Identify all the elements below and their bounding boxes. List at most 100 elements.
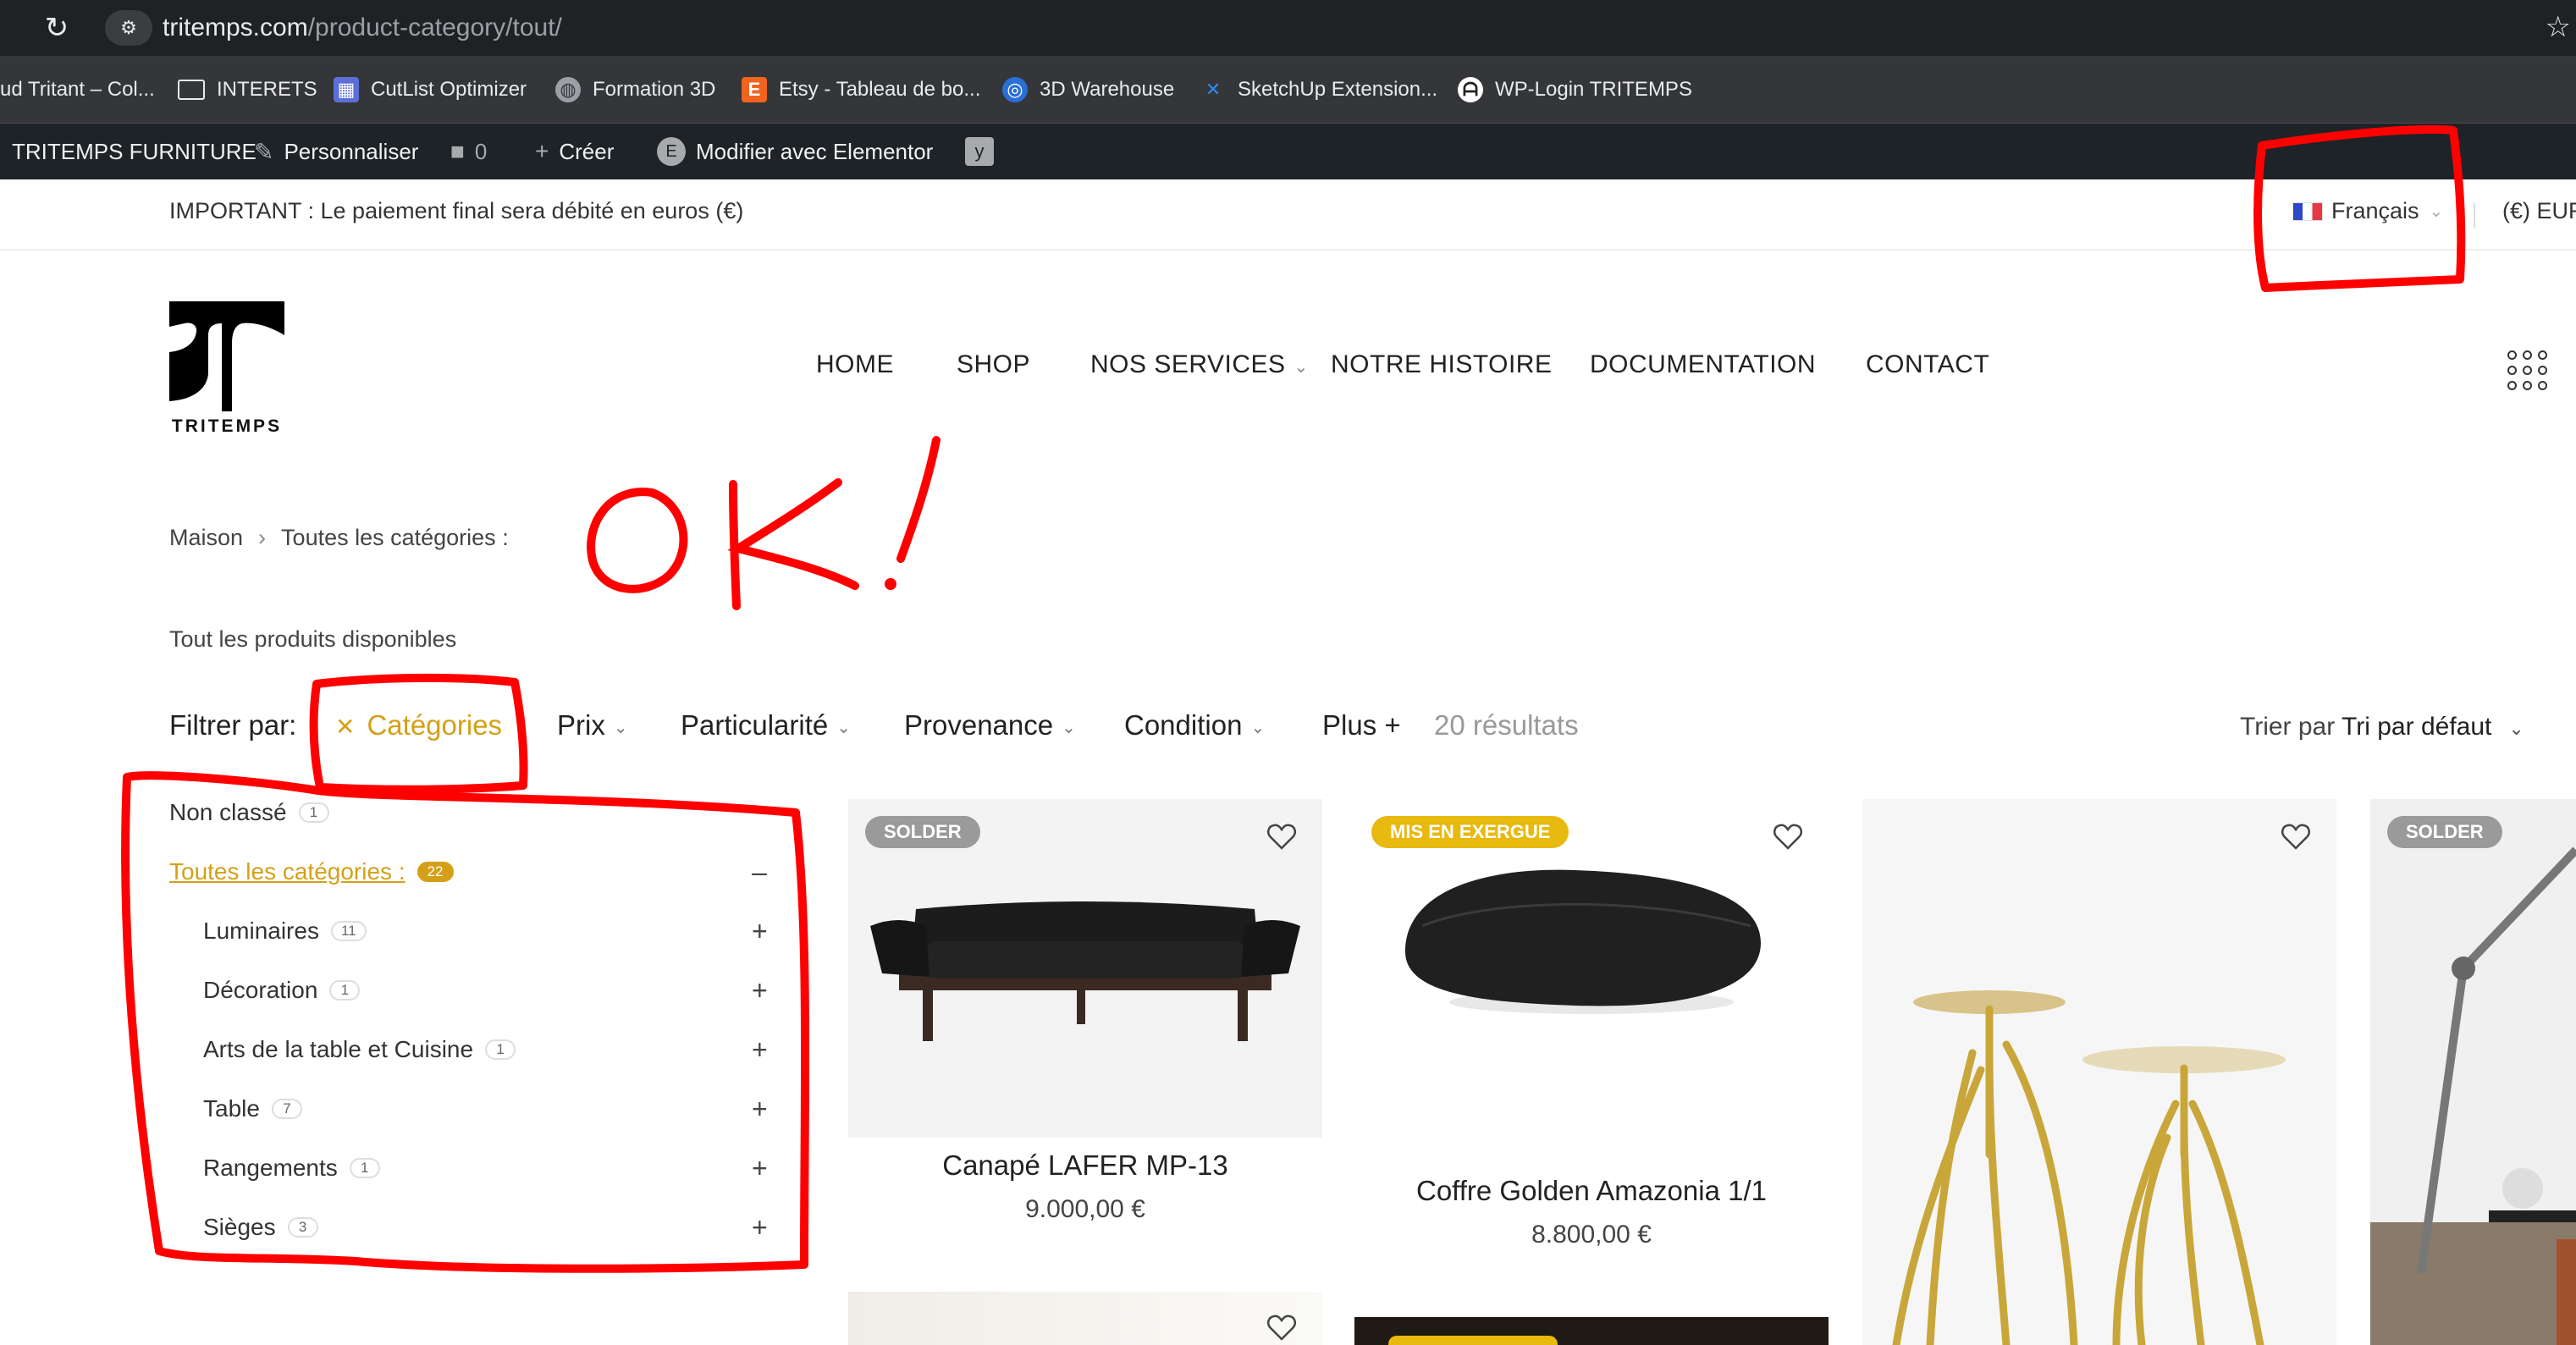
annotation-ok-dot (885, 578, 896, 590)
divider (2474, 203, 2475, 229)
annotation-box-sidebar (121, 771, 810, 1273)
collapse-toggle[interactable]: – (752, 855, 767, 889)
count-badge: 3 (287, 1217, 318, 1238)
elementor-icon: E (657, 137, 686, 166)
site-logo[interactable]: TRITEMPS (169, 301, 284, 440)
product-price: 8.800,00 € (1531, 1221, 1652, 1249)
chevron-down-icon: ⌄ (613, 718, 628, 737)
product-card[interactable] (1354, 1317, 1829, 1345)
nav-histoire[interactable]: NOTRE HISTOIRE (1331, 350, 1552, 379)
bookmark-item[interactable]: ◎ 3D Warehouse (1002, 73, 1174, 107)
expand-toggle[interactable]: + (752, 1033, 768, 1067)
comment-icon: ■ (450, 138, 465, 164)
count-badge: 1 (329, 980, 361, 1000)
product-title[interactable]: Coffre Golden Amazonia 1/1 (1354, 1175, 1829, 1207)
product-image[interactable] (848, 1292, 1322, 1345)
expand-toggle[interactable]: + (752, 1151, 768, 1185)
filter-provenance[interactable]: Provenance ⌄ (904, 709, 1076, 741)
product-title[interactable]: Canapé LAFER MP-13 (848, 1149, 1322, 1182)
count-badge: 1 (298, 802, 329, 823)
currency-switcher[interactable]: (€) EUR (2502, 198, 2576, 224)
category-item[interactable]: Rangements 1 (203, 1151, 380, 1185)
cutlist-icon: ▦ (334, 77, 359, 102)
product-image[interactable] (1862, 799, 2336, 1345)
product-card[interactable]: SOLDER (2370, 799, 2576, 1345)
folder-icon (178, 80, 205, 100)
category-item-active[interactable]: Toutes les catégories :22 (169, 855, 454, 889)
count-badge: 11 (330, 921, 367, 941)
browser-address-bar: ↻ ⚙ tritemps.com/product-category/tout/ … (0, 0, 2576, 56)
category-item[interactable]: Non classé 1 (169, 796, 329, 830)
product-card[interactable]: SOLDER (848, 799, 1322, 1138)
count-badge: 22 (416, 862, 454, 882)
expand-toggle[interactable]: + (752, 1092, 768, 1126)
nav-services[interactable]: NOS SERVICES ⌄ (1090, 350, 1309, 379)
product-image[interactable] (1354, 799, 1829, 1138)
brush-icon: ✎ (254, 138, 274, 165)
product-card[interactable] (848, 1292, 1322, 1345)
expand-toggle[interactable]: + (752, 914, 768, 948)
url-path: /product-category/tout/ (307, 14, 562, 41)
product-image[interactable] (2370, 799, 2576, 1345)
category-item[interactable]: Décoration 1 (203, 973, 361, 1007)
bookmark-item[interactable]: ✕ SketchUp Extension... (1200, 73, 1437, 107)
bookmark-item[interactable]: ud Tritant – Col... (0, 73, 155, 107)
bookmark-item[interactable]: E Etsy - Tableau de bo... (742, 73, 980, 107)
url-host: tritemps.com (163, 14, 308, 41)
bookmark-item[interactable]: ᗩ WP-Login TRITEMPS (1458, 73, 1692, 107)
gold-side-tables-image (1892, 990, 2286, 1345)
count-badge: 1 (349, 1158, 380, 1178)
filter-categories[interactable]: ✕ Catégories (335, 709, 502, 741)
product-card[interactable]: MIS EN EXERGUE (1354, 799, 1829, 1138)
grid-menu-icon[interactable] (2507, 350, 2550, 393)
category-item[interactable]: Luminaires 11 (203, 914, 367, 948)
breadcrumb-home[interactable]: Maison (169, 525, 243, 550)
admin-site-link[interactable]: TRITEMPS FURNITURE (12, 135, 256, 168)
product-card[interactable] (1862, 799, 2336, 1345)
category-item[interactable]: Sièges 3 (203, 1210, 318, 1244)
admin-customize-link[interactable]: ✎ Personnaliser (254, 135, 418, 168)
heart-icon[interactable] (2279, 819, 2313, 853)
heart-icon[interactable] (1265, 1310, 1299, 1344)
expand-toggle[interactable]: + (752, 973, 768, 1007)
admin-elementor-link[interactable]: E Modifier avec Elementor (657, 135, 933, 168)
close-icon[interactable]: ✕ (335, 714, 355, 740)
language-switcher[interactable]: Français ⌄ (2292, 198, 2443, 224)
featured-badge: MIS EN EXERGUE (1371, 816, 1569, 848)
count-badge: 7 (271, 1099, 302, 1119)
wp-admin-bar: TRITEMPS FURNITURE ✎ Personnaliser ■ 0 + Cr… (0, 124, 2576, 179)
sort-dropdown[interactable]: Trier par Tri par défaut ⌄ (2240, 713, 2524, 741)
logo-mark-icon (169, 301, 284, 411)
bookmark-item[interactable]: ▦ CutList Optimizer (334, 73, 527, 107)
admin-comments-link[interactable]: ■ 0 (450, 135, 487, 168)
product-price: 9.000,00 € (1025, 1195, 1145, 1223)
bookmark-item[interactable]: ◍ Formation 3D (555, 73, 715, 107)
heart-icon[interactable] (1771, 819, 1805, 853)
chevron-down-icon: ⌄ (2429, 202, 2444, 221)
filter-more[interactable]: Plus + (1322, 709, 1401, 741)
top-notice-bar: IMPORTANT : Le paiement final sera débit… (0, 179, 2576, 251)
lamp-image (2370, 846, 2576, 1345)
nav-contact[interactable]: CONTACT (1866, 350, 1989, 379)
category-item[interactable]: Arts de la table et Cuisine 1 (203, 1033, 516, 1067)
site-info-icon[interactable]: ⚙ (105, 10, 152, 46)
filter-particularite[interactable]: Particularité ⌄ (681, 709, 851, 741)
logo-text: TRITEMPS (171, 416, 283, 436)
filter-prix[interactable]: Prix ⌄ (557, 709, 628, 741)
filter-condition[interactable]: Condition ⌄ (1124, 709, 1265, 741)
yoast-icon[interactable]: y (965, 135, 1004, 168)
nav-home[interactable]: HOME (816, 350, 894, 379)
admin-create-link[interactable]: + Créer (535, 135, 614, 168)
category-item[interactable]: Table 7 (203, 1092, 302, 1126)
egg-chest-image (1405, 869, 1761, 1014)
nav-shop[interactable]: SHOP (957, 350, 1030, 379)
reload-icon[interactable]: ↻ (41, 12, 73, 44)
url-field[interactable]: tritemps.com/product-category/tout/ (163, 12, 562, 44)
expand-toggle[interactable]: + (752, 1210, 768, 1244)
bookmark-star-icon[interactable]: ☆ (2546, 10, 2571, 44)
product-image[interactable] (848, 799, 1322, 1138)
bookmark-item[interactable]: INTERETS (178, 73, 317, 107)
heart-icon[interactable] (1265, 819, 1299, 853)
chevron-down-icon: ⌄ (1250, 718, 1266, 737)
nav-documentation[interactable]: DOCUMENTATION (1590, 350, 1816, 379)
